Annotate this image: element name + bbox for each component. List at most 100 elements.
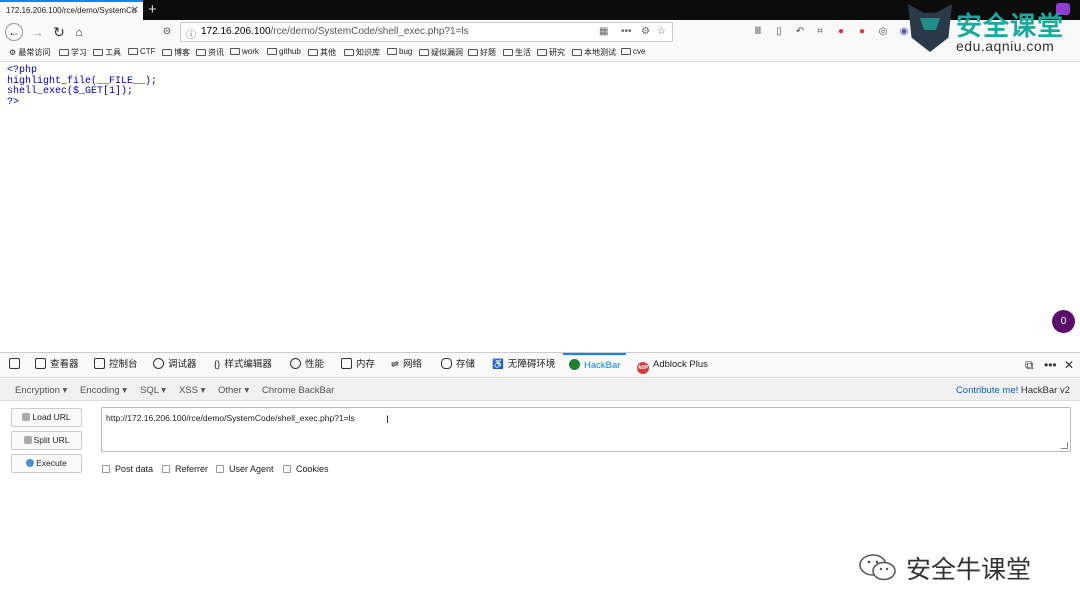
- browser-tab[interactable]: 172.16.206.100/rce/demo/SystemCo ✕: [0, 0, 143, 20]
- folder-icon: [468, 49, 478, 56]
- adblock-plus-icon: ABP: [637, 362, 649, 374]
- folder-icon: [196, 49, 206, 56]
- cookies-checkbox[interactable]: Cookies: [283, 464, 329, 474]
- reload-button[interactable]: ↻: [50, 23, 68, 41]
- bookmark-folder[interactable]: 好题: [468, 47, 496, 58]
- undo-icon[interactable]: ↶: [794, 26, 806, 38]
- bookmark-folder[interactable]: 研究: [537, 47, 565, 58]
- split-url-icon: [23, 436, 32, 444]
- menu-encryption[interactable]: Encryption ▾: [15, 385, 67, 396]
- sidebar-icon[interactable]: ▯: [773, 26, 785, 38]
- folder-icon: [419, 49, 429, 56]
- code-line: <?php: [7, 65, 38, 76]
- pick-element-icon[interactable]: [9, 353, 24, 377]
- tab-memory[interactable]: 内存: [341, 353, 375, 377]
- tab-network[interactable]: ⇌ 网络: [391, 353, 422, 377]
- folder-icon: [537, 49, 547, 56]
- referrer-checkbox[interactable]: Referrer: [162, 464, 208, 474]
- devtools-toolbar: 查看器 控制台 调试器 {} 样式编辑器 性能 内存 ⇌ 网络 存储 ♿ 无障碍环境 …: [0, 353, 1080, 378]
- resize-handle[interactable]: [1061, 442, 1068, 449]
- bookmark-folder[interactable]: bug: [387, 47, 412, 56]
- bookmark-folder[interactable]: 疑似漏洞: [419, 47, 463, 58]
- bookmark-folder[interactable]: 资讯: [196, 47, 224, 58]
- menu-xss[interactable]: XSS ▾: [179, 385, 205, 396]
- post-data-checkbox[interactable]: Post data: [102, 464, 153, 474]
- execute-icon: [26, 459, 35, 467]
- memory-icon: [341, 358, 352, 369]
- screenshot-icon[interactable]: ⌗: [814, 26, 826, 38]
- tab-debugger[interactable]: 调试器: [153, 353, 197, 377]
- bookmark-folder[interactable]: 工具: [93, 47, 121, 58]
- hackbar-menu: Encryption ▾ Encoding ▾ SQL ▾ XSS ▾ Othe…: [0, 379, 1080, 401]
- url-path: /rce/demo/SystemCode/shell_exec.php?1=ls: [270, 26, 469, 37]
- close-devtools-icon[interactable]: ✕: [1064, 358, 1074, 372]
- back-button[interactable]: ←: [5, 23, 23, 41]
- folder-icon: [308, 49, 318, 56]
- close-tab-icon[interactable]: ✕: [131, 5, 139, 16]
- console-icon: [94, 358, 105, 369]
- execute-button[interactable]: Execute: [11, 454, 82, 473]
- tracking-protection-icon[interactable]: ⊝: [158, 23, 176, 41]
- contribute-link[interactable]: Contribute me! HackBar v2: [956, 385, 1070, 396]
- folder-icon: [267, 48, 277, 55]
- bookmark-folder[interactable]: 博客: [162, 47, 190, 58]
- adblock-icon[interactable]: ●: [856, 26, 868, 38]
- performance-icon: [290, 358, 301, 369]
- reader-settings-icon[interactable]: ⚙: [641, 26, 650, 37]
- bookmark-folder[interactable]: CTF: [128, 47, 156, 56]
- tab-adblock-plus[interactable]: ABP Adblock Plus: [637, 353, 708, 377]
- network-icon: ⇌: [391, 359, 399, 370]
- bookmark-star-icon[interactable]: ☆: [657, 26, 666, 37]
- folder-icon: [572, 49, 582, 56]
- wechat-icon: [859, 554, 896, 581]
- globe-icon[interactable]: ◎: [877, 26, 889, 38]
- notification-badge[interactable]: 0: [1052, 310, 1075, 333]
- tab-storage[interactable]: 存储: [441, 353, 475, 377]
- bookmark-folder[interactable]: cve: [621, 47, 645, 56]
- tab-accessibility[interactable]: ♿ 无障碍环境: [492, 353, 555, 377]
- load-url-icon: [22, 413, 31, 421]
- bookmark-most-visited[interactable]: ⚙ 最常访问: [9, 47, 50, 58]
- bookmark-folder[interactable]: 知识库: [344, 47, 380, 58]
- folder-icon: [93, 49, 103, 56]
- folder-icon: [503, 49, 513, 56]
- dock-toggle-icon[interactable]: ⧉: [1025, 358, 1034, 373]
- menu-chrome-backbar[interactable]: Chrome BackBar: [262, 385, 334, 396]
- code-line: ?>: [7, 96, 20, 108]
- url-host: 172.16.206.100: [201, 26, 271, 37]
- bookmark-folder[interactable]: 本地测试: [572, 47, 616, 58]
- tab-console[interactable]: 控制台: [94, 353, 138, 377]
- tab-performance[interactable]: 性能: [290, 353, 324, 377]
- bookmark-folder[interactable]: 学习: [59, 47, 87, 58]
- menu-encoding[interactable]: Encoding ▾: [80, 385, 127, 396]
- site-info-icon[interactable]: ⓘ: [186, 26, 196, 41]
- tab-hackbar[interactable]: HackBar: [563, 353, 627, 377]
- url-bar[interactable]: ⓘ 172.16.206.100/rce/demo/SystemCode/she…: [180, 22, 673, 42]
- folder-icon: [230, 48, 240, 55]
- tab-style-editor[interactable]: {} 样式编辑器: [214, 353, 272, 377]
- bookmark-folder[interactable]: 其他: [308, 47, 336, 58]
- extension-icon[interactable]: ●: [835, 26, 847, 38]
- tab-inspector[interactable]: 查看器: [35, 353, 79, 377]
- new-tab-icon[interactable]: +: [148, 1, 157, 18]
- home-button[interactable]: ⌂: [70, 23, 88, 41]
- user-agent-checkbox[interactable]: User Agent: [216, 464, 274, 474]
- page-actions-icon[interactable]: •••: [621, 26, 632, 37]
- menu-sql[interactable]: SQL ▾: [140, 385, 166, 396]
- menu-other[interactable]: Other ▾: [218, 385, 249, 396]
- storage-icon: [441, 358, 452, 369]
- library-icon[interactable]: Ⅲ: [752, 26, 764, 38]
- split-url-button[interactable]: Split URL: [11, 431, 82, 450]
- php-source-output: <?php highlight_file(__FILE__); shell_exec…: [7, 65, 157, 108]
- bookmark-folder[interactable]: 生活: [503, 47, 531, 58]
- bookmark-folder[interactable]: github: [267, 47, 301, 56]
- folder-icon: [344, 49, 354, 56]
- folder-icon: [621, 48, 631, 55]
- qr-code-icon[interactable]: ▦: [599, 26, 608, 37]
- more-options-icon[interactable]: •••: [1044, 358, 1057, 372]
- hackbar-url-input[interactable]: http://172.16.206.100/rce/demo/SystemCod…: [101, 407, 1071, 452]
- folder-icon: [387, 48, 397, 55]
- load-url-button[interactable]: Load URL: [11, 408, 82, 427]
- bookmark-folder[interactable]: work: [230, 47, 259, 56]
- forward-button[interactable]: →: [28, 23, 46, 41]
